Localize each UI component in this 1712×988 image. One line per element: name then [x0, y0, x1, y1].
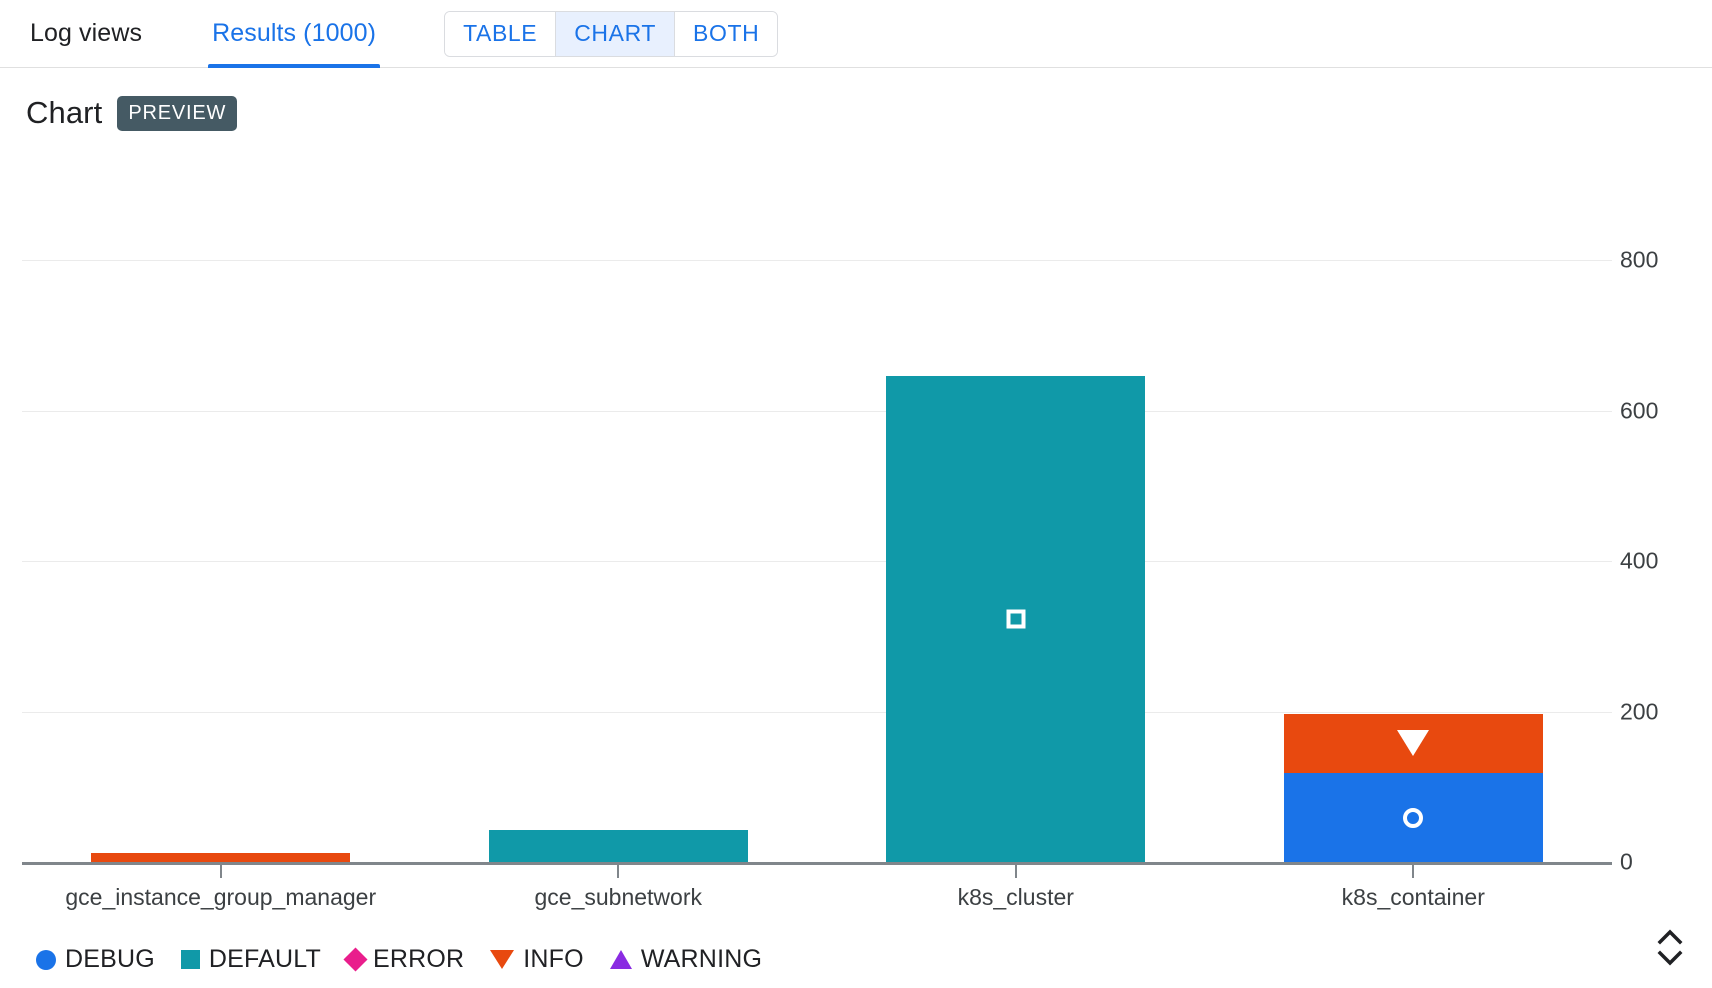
series-marker-circle-icon: [1403, 807, 1424, 828]
chevron-up-icon: [1657, 929, 1683, 944]
chart-plot-area: 0 200 400 600 800 gce_instance_group_manager…: [0, 169, 1712, 910]
view-tabbar: Log views Results (1000) TABLE CHART BOT…: [0, 0, 1712, 68]
bar-gce_subnetwork[interactable]: [488, 829, 748, 862]
bar-segment-info[interactable]: [1283, 713, 1543, 774]
legend-label: INFO: [523, 945, 584, 973]
chart-header: Chart PREVIEW: [0, 68, 1712, 131]
legend-label: ERROR: [372, 945, 465, 973]
toggle-both[interactable]: BOTH: [675, 11, 778, 56]
tab-log-views-label: Log views: [30, 19, 143, 47]
toggle-chart[interactable]: CHART: [556, 11, 676, 56]
legend-item-info[interactable]: INFO: [490, 945, 584, 974]
bar-gce_instance_group_manager[interactable]: [91, 852, 351, 862]
legend-diamond-icon: [343, 947, 368, 972]
tab-results[interactable]: Results (1000): [208, 0, 381, 68]
chart-bars: [0, 169, 1712, 862]
x-axis-line: [22, 862, 1612, 865]
tab-results-label: Results (1000): [212, 19, 377, 47]
legend-circle-icon: [36, 949, 56, 970]
legend-item-debug[interactable]: DEBUG: [36, 945, 155, 974]
toggle-both-label: BOTH: [693, 20, 760, 46]
legend-triangle-down-icon: [490, 950, 515, 969]
x-axis-tick-label: gce_subnetwork: [534, 884, 703, 910]
legend-label: WARNING: [640, 945, 763, 973]
x-axis-tick-label: k8s_cluster: [957, 884, 1074, 910]
bar-segment-debug[interactable]: [1283, 773, 1543, 862]
legend-item-error[interactable]: ERROR: [343, 945, 465, 974]
tab-log-views[interactable]: Log views: [26, 0, 146, 68]
toggle-chart-label: CHART: [574, 20, 657, 46]
bar-segment-default[interactable]: [886, 375, 1146, 862]
chart-legend: DEBUG DEFAULT ERROR INFO WARNING: [36, 945, 788, 974]
bar-k8s_container[interactable]: [1283, 713, 1543, 862]
view-mode-toggle-group: TABLE CHART BOTH: [444, 10, 779, 57]
toggle-table-label: TABLE: [463, 20, 538, 46]
x-axis-tick-label: k8s_container: [1341, 884, 1485, 910]
chevron-down-icon: [1657, 950, 1683, 965]
x-axis-tick-label: gce_instance_group_manager: [65, 884, 377, 910]
legend-label: DEFAULT: [208, 945, 321, 973]
series-marker-square-icon: [1006, 609, 1026, 629]
legend-item-warning[interactable]: WARNING: [609, 945, 763, 974]
legend-square-icon: [180, 950, 200, 969]
x-axis-tick: [1014, 865, 1017, 878]
series-marker-triangle-down-icon: [1397, 730, 1430, 757]
x-axis-tick: [219, 865, 222, 878]
bar-segment-info[interactable]: [91, 852, 351, 862]
toggle-table[interactable]: TABLE: [445, 11, 557, 56]
status-badge: PREVIEW: [117, 95, 238, 131]
legend-item-default[interactable]: DEFAULT: [180, 945, 321, 974]
x-axis-tick: [1412, 865, 1415, 878]
bar-segment-default[interactable]: [488, 829, 748, 862]
x-axis-tick: [617, 865, 620, 878]
legend-triangle-up-icon: [609, 950, 632, 969]
bar-k8s_cluster[interactable]: [886, 375, 1146, 862]
chevron-up-down-icon[interactable]: [1650, 924, 1690, 970]
legend-label: DEBUG: [65, 945, 155, 973]
page-title: Chart: [26, 95, 103, 130]
